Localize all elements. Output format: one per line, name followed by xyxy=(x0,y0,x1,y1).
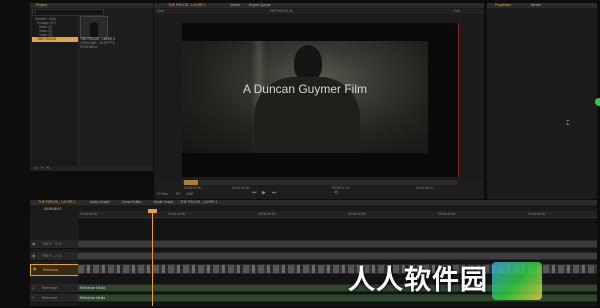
watermark-logo xyxy=(492,262,542,300)
track-label: Reference xyxy=(42,286,58,290)
tab-composition[interactable]: THE FIELDS - LAYER 1 xyxy=(168,3,205,8)
viewer-timecode-1: 00:00:00:00 xyxy=(184,186,202,190)
figure-head xyxy=(294,45,322,81)
eye-icon[interactable]: ◉ xyxy=(32,242,36,246)
viewer-scrub-bar[interactable] xyxy=(182,180,458,185)
cursor-icon: ⌶ xyxy=(566,120,570,127)
search-input[interactable]: ⌕ xyxy=(32,9,104,16)
viewer-transport: 00:00:00:00 00:00:00:00 00:00:07:10 00:0… xyxy=(154,179,484,199)
video-frame: A Duncan Guymer Film xyxy=(182,41,428,153)
play-icon[interactable]: ▶ xyxy=(262,191,266,196)
status-indicator-dot xyxy=(595,98,600,106)
new-item-icon[interactable]: ＋ xyxy=(40,166,44,170)
tab-media[interactable]: Media xyxy=(531,3,541,8)
ruler-mark: 00:00:00:00 xyxy=(80,212,98,216)
eye-icon[interactable]: ◉ xyxy=(33,267,37,271)
trash-icon[interactable]: ✕ xyxy=(46,166,49,170)
track-label: Reference xyxy=(42,296,58,300)
tab-export-queue[interactable]: Export Queue xyxy=(249,3,271,8)
tree-item-selected[interactable]: THE FIELDS xyxy=(32,37,78,42)
audio-icon[interactable]: ♪ xyxy=(32,286,35,290)
audio-clip-label: Reference Media xyxy=(80,286,106,290)
skip-forward-icon[interactable]: ⏭ xyxy=(272,191,277,196)
track-lane[interactable] xyxy=(78,240,597,249)
track-label: THE F... 3 / 3 xyxy=(42,242,62,246)
audio-clip-label: Reference Media xyxy=(80,296,106,300)
timeline-tab-bar: THE FIELDS - LAYER 1 Audio Graph Curve E… xyxy=(30,200,597,205)
timeline-current-time[interactable]: 00:00:58:10 xyxy=(44,207,61,211)
clip[interactable] xyxy=(78,241,597,247)
track-label: Reference xyxy=(43,268,59,272)
tab-properties[interactable]: Properties xyxy=(495,3,511,8)
viewer-timecode-2: 00:00:00:00 xyxy=(232,186,250,190)
track-header[interactable]: ♪ Reference xyxy=(30,294,78,303)
fx-toggle[interactable]: FX xyxy=(176,192,180,196)
viewer-panel: THE FIELDS - LAYER 1 Viewer Export Queue… xyxy=(154,3,484,199)
item-thumbnail xyxy=(80,16,108,38)
watermark-text: 人人软件园 xyxy=(348,265,488,296)
tab-project[interactable]: Project xyxy=(36,3,47,8)
track-header-column: ◉ THE F... 3 / 3 ◉ THE F... 2 / 3 ◉ Refe… xyxy=(30,218,80,306)
folder-icon[interactable]: ▭ xyxy=(34,166,38,170)
tab-viewer[interactable]: Viewer xyxy=(230,3,241,8)
properties-tab-bar: Properties Media xyxy=(487,3,597,8)
tab-timeline-comp-2[interactable]: THE FIELDS - LAYER 1 xyxy=(180,200,217,205)
clip[interactable] xyxy=(78,253,597,259)
ruler-mark: 00:00:30:00 xyxy=(348,212,366,216)
ruler-mark: 00:00:50:00 xyxy=(528,212,546,216)
track-lane[interactable] xyxy=(78,252,597,261)
viewer-mode-select[interactable]: Cine xyxy=(157,9,164,13)
track-header[interactable]: ◉ THE F... 2 / 3 xyxy=(30,252,78,261)
ruler-mark: 00:00:20:00 xyxy=(258,212,276,216)
project-footer: ▭ ＋ ✕ xyxy=(30,166,153,171)
ruler-mark: 00:00:40:00 xyxy=(438,212,456,216)
tab-node-graph[interactable]: Node Graph xyxy=(154,200,173,205)
tab-audio-graph[interactable]: Audio Graph xyxy=(90,200,110,205)
loop-icon[interactable]: ⟲ xyxy=(334,191,338,196)
track-header-selected[interactable]: ◉ Reference xyxy=(30,264,80,276)
viewer-playhead-marker[interactable] xyxy=(184,180,198,185)
item-meta-2: 00:00:58:10 xyxy=(80,45,98,49)
viewer-canvas[interactable]: A Duncan Guymer Film xyxy=(182,23,459,177)
track-header[interactable]: ♪ Reference xyxy=(30,284,78,293)
timeline-playhead[interactable] xyxy=(152,211,153,306)
tree-item-selected-label: THE FIELDS xyxy=(37,37,57,41)
viewer-zoom-select[interactable]: Full xyxy=(454,9,459,13)
film-title: A Duncan Guymer Film xyxy=(242,82,368,96)
orbit-select[interactable]: Orbit xyxy=(186,192,193,196)
tab-curve-editor[interactable]: Curve Editor xyxy=(122,200,141,205)
search-icon: ⌕ xyxy=(34,9,37,14)
viewer-composition-select[interactable]: THE FIELDS 01 xyxy=(269,9,293,13)
fit-size-select[interactable]: Fit Size xyxy=(157,192,168,196)
audio-icon[interactable]: ♪ xyxy=(32,296,35,300)
project-panel: Project ⌕ Untitled / DAN Footage (27) Vi… xyxy=(30,3,153,171)
viewer-toolbar: Cine THE FIELDS 01 Full xyxy=(154,9,484,14)
ruler-mark: 00:00:10:00 xyxy=(168,212,186,216)
eye-icon[interactable]: ◉ xyxy=(32,254,36,258)
track-label: THE F... 2 / 3 xyxy=(42,254,62,258)
track-header[interactable]: ◉ THE F... 3 / 3 xyxy=(30,240,78,249)
project-tree: Untitled / DAN Footage (27) Video (1) Vi… xyxy=(32,16,79,166)
project-tab-bar: Project xyxy=(30,3,153,8)
skip-back-icon[interactable]: ⏮ xyxy=(252,191,257,196)
viewer-tab-bar: THE FIELDS - LAYER 1 Viewer Export Queue xyxy=(154,3,484,8)
project-item[interactable]: THE FIELDS - LAYER 1 1920x1080 - 25.00 F… xyxy=(80,16,150,56)
properties-panel: Properties Media ⌶ xyxy=(487,3,597,199)
tab-timeline-comp[interactable]: THE FIELDS - LAYER 1 xyxy=(38,200,75,205)
viewer-timecode-4: 00:00:58:10 xyxy=(416,186,434,190)
playhead-handle[interactable] xyxy=(148,209,157,213)
